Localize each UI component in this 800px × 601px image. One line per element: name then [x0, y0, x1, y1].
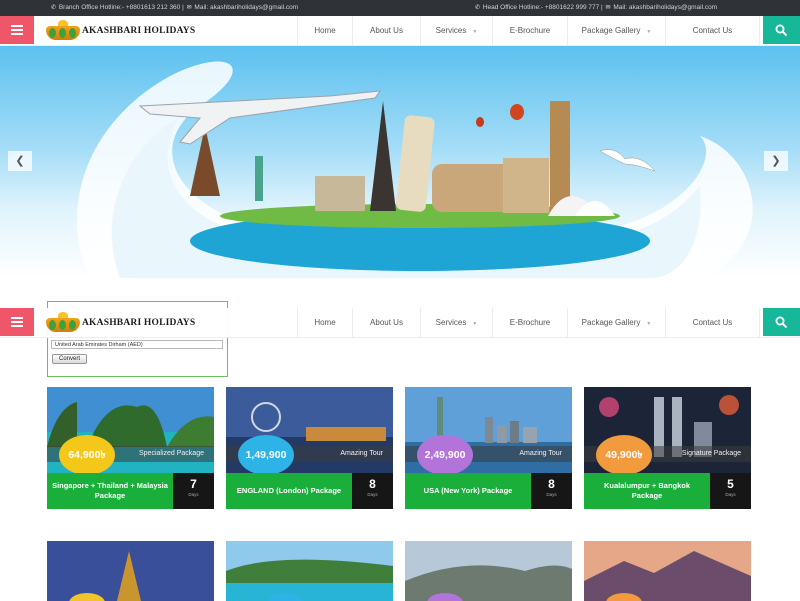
price-badge: 1,49,900: [238, 435, 294, 475]
hero-slider: ❮ ❯: [0, 46, 800, 278]
package-title[interactable]: ENGLAND (London) Package: [226, 473, 352, 509]
nav-package-gallery[interactable]: Package Gallery ▼: [567, 308, 665, 337]
package-card[interactable]: [584, 541, 751, 601]
site-logo[interactable]: AKASHBARI HOLIDAYS: [46, 312, 196, 334]
main-nav: Home About Us Services ▼ E-Brochure Packa…: [297, 308, 760, 337]
nav-about-us[interactable]: About Us: [352, 16, 420, 45]
phone-icon: ✆: [50, 5, 57, 11]
search-icon: [775, 316, 788, 329]
chevron-right-icon: ❯: [771, 155, 781, 167]
package-photo: [584, 541, 751, 601]
package-photo: [47, 541, 214, 601]
days-badge: 8 Days: [531, 473, 572, 509]
chevron-down-icon: ▼: [646, 321, 652, 327]
package-card[interactable]: [47, 541, 214, 601]
price-badge: 2,49,900: [417, 435, 473, 475]
head-mail[interactable]: Mail: akashbariholidays@gmail.com: [613, 4, 717, 11]
chevron-down-icon: ▼: [646, 29, 652, 35]
price-badge: 49,900৳: [596, 435, 652, 475]
nav-e-brochure[interactable]: E-Brochure: [492, 16, 567, 45]
days-badge: 7 Days: [173, 473, 214, 509]
package-card[interactable]: Amazing Tour 1,49,900 ENGLAND (London) P…: [226, 387, 393, 512]
nav-services[interactable]: Services ▼: [420, 16, 492, 45]
slider-prev-button[interactable]: ❮: [8, 151, 32, 171]
nav-e-brochure[interactable]: E-Brochure: [492, 308, 567, 337]
currency-select[interactable]: United Arab Emirates Dirham (AED): [51, 340, 223, 349]
package-card[interactable]: Specialized Package 64,900৳ Singapore + …: [47, 387, 214, 512]
nav-home[interactable]: Home: [297, 16, 352, 45]
days-badge: 5 Days: [710, 473, 751, 509]
nav-about-us[interactable]: About Us: [352, 308, 420, 337]
site-logo[interactable]: AKASHBARI HOLIDAYS: [46, 20, 196, 42]
hero-image: [76, 61, 753, 278]
nav-contact-us[interactable]: Contact Us: [665, 308, 760, 337]
package-title[interactable]: Kualalumpur + Bangkok Package: [584, 473, 710, 509]
price-badge: 64,900৳: [59, 435, 115, 475]
nav-home[interactable]: Home: [297, 308, 352, 337]
package-photo: [226, 541, 393, 601]
logo-bowl-icon: [46, 318, 80, 332]
main-header: AKASHBARI HOLIDAYS Home About Us Service…: [0, 16, 800, 46]
search-icon: [775, 24, 788, 37]
hamburger-menu-button[interactable]: [0, 16, 34, 44]
nav-package-gallery[interactable]: Package Gallery ▼: [567, 16, 665, 45]
package-title[interactable]: USA (New York) Package: [405, 473, 531, 509]
branch-mail[interactable]: Mail: akashbariholidays@gmail.com: [194, 4, 298, 11]
chevron-down-icon: ▼: [472, 29, 478, 35]
branch-hotline: Branch Office Hotline:- +8801613 212 360…: [58, 4, 184, 11]
convert-button[interactable]: Convert: [52, 354, 88, 364]
mail-icon: ✉: [186, 5, 192, 11]
package-photo: [405, 541, 572, 601]
nav-contact-us[interactable]: Contact Us: [665, 16, 760, 45]
logo-text: AKASHBARI HOLIDAYS: [82, 318, 196, 328]
phone-icon: ✆: [474, 5, 481, 11]
branch-contact: ✆ Branch Office Hotline:- +8801613 212 3…: [50, 4, 298, 11]
slider-next-button[interactable]: ❯: [764, 151, 788, 171]
package-title[interactable]: Singapore + Thailand + Malaysia Package: [47, 473, 173, 509]
mail-icon: ✉: [605, 5, 611, 11]
search-button[interactable]: [763, 16, 800, 44]
package-card[interactable]: [405, 541, 572, 601]
head-hotline: Head Office Hotline:- +8801622 999 777 |: [482, 4, 603, 11]
nav-services[interactable]: Services ▼: [420, 308, 492, 337]
sticky-header: AKASHBARI HOLIDAYS Home About Us Service…: [0, 308, 800, 338]
search-button[interactable]: [763, 308, 800, 336]
logo-text: AKASHBARI HOLIDAYS: [82, 26, 196, 36]
chevron-down-icon: ▼: [472, 321, 478, 327]
head-contact: ✆ Head Office Hotline:- +8801622 999 777…: [474, 4, 717, 11]
hamburger-menu-button[interactable]: [0, 308, 34, 336]
package-card[interactable]: Signature Package 49,900৳ Kualalumpur + …: [584, 387, 751, 512]
package-card[interactable]: [226, 541, 393, 601]
top-info-bar: ✆ Branch Office Hotline:- +8801613 212 3…: [0, 0, 800, 16]
days-badge: 8 Days: [352, 473, 393, 509]
main-nav: Home About Us Services ▼ E-Brochure Packa…: [297, 16, 760, 45]
package-card[interactable]: Amazing Tour 2,49,900 USA (New York) Pac…: [405, 387, 572, 512]
logo-bowl-icon: [46, 26, 80, 40]
chevron-left-icon: ❮: [15, 155, 25, 167]
